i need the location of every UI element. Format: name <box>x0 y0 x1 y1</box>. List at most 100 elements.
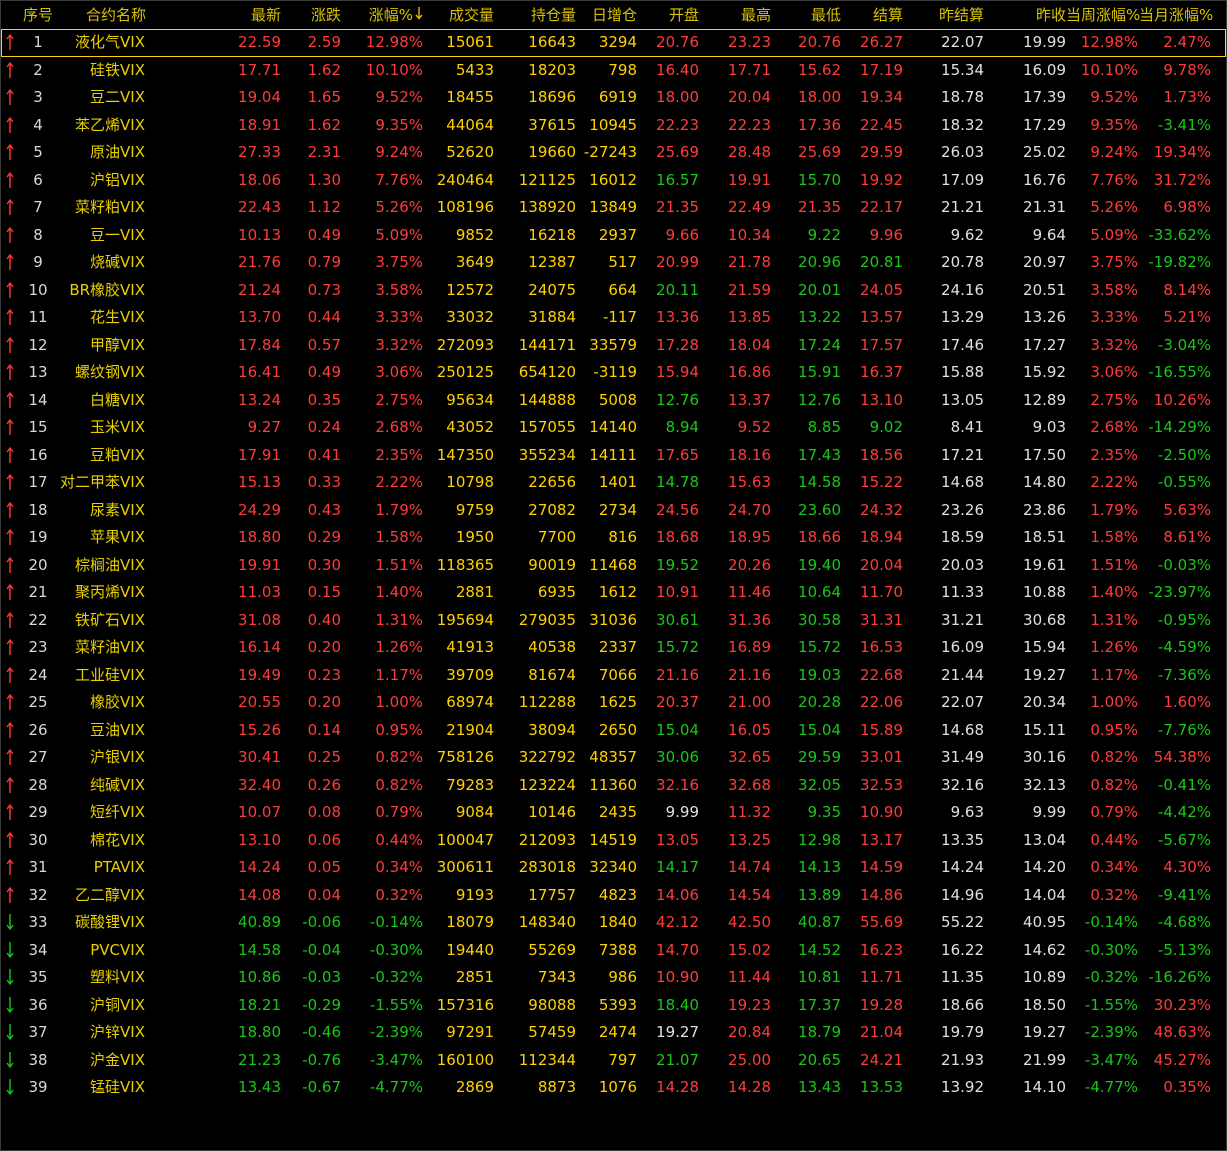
row-contract-name[interactable]: PTAVIX <box>41 854 145 882</box>
header-open[interactable]: 开盘 <box>649 1 699 29</box>
header-low[interactable]: 最低 <box>791 1 841 29</box>
table-row[interactable]: 6 沪铝VIX 18.06 1.30 7.76% 240464 121125 16012 16.… <box>1 167 1226 195</box>
table-row[interactable]: 16 豆粕VIX 17.91 0.41 2.35% 147350 355234 14111 17… <box>1 442 1226 470</box>
table-row[interactable]: 15 玉米VIX 9.27 0.24 2.68% 43052 157055 14140 8.94… <box>1 414 1226 442</box>
row-contract-name[interactable]: 烧碱VIX <box>41 249 145 277</box>
table-row[interactable]: 7 菜籽粕VIX 22.43 1.12 5.26% 108196 138920 13849 21… <box>1 194 1226 222</box>
row-contract-name[interactable]: 棕榈油VIX <box>41 552 145 580</box>
row-oi-change: 5393 <box>598 995 637 1014</box>
row-contract-name[interactable]: 沪铜VIX <box>41 992 145 1020</box>
row-contract-name[interactable]: 沪铝VIX <box>41 167 145 195</box>
table-row[interactable]: 4 苯乙烯VIX 18.91 1.62 9.35% 44064 37615 10945 22.2… <box>1 112 1226 140</box>
row-contract-name[interactable]: PVCVIX <box>41 937 145 965</box>
row-contract-name[interactable]: 苹果VIX <box>41 524 145 552</box>
row-contract-name[interactable]: 菜籽粕VIX <box>41 194 145 222</box>
row-settle: 19.28 <box>860 995 903 1014</box>
header-oi-change[interactable]: 日增仓 <box>581 1 637 29</box>
table-row[interactable]: 1 液化气VIX 22.59 2.59 12.98% 15061 16643 3294 20.7… <box>1 29 1226 57</box>
row-contract-name[interactable]: 铁矿石VIX <box>41 607 145 635</box>
table-row[interactable]: 23 菜籽油VIX 16.14 0.20 1.26% 41913 40538 2337 15.7… <box>1 634 1226 662</box>
row-contract-name[interactable]: 沪锌VIX <box>41 1019 145 1047</box>
row-contract-name[interactable]: 尿素VIX <box>41 497 145 525</box>
row-settle: 19.92 <box>860 170 903 189</box>
table-row[interactable]: 18 尿素VIX 24.29 0.43 1.79% 9759 27082 2734 24.56 2… <box>1 497 1226 525</box>
row-contract-name[interactable]: 豆二VIX <box>41 84 145 112</box>
header-week-pct[interactable]: 当周涨幅% <box>1066 1 1140 29</box>
row-contract-name[interactable]: 乙二醇VIX <box>41 882 145 910</box>
row-last: 15.13 <box>238 473 281 491</box>
row-contract-name[interactable]: 聚丙烯VIX <box>41 579 145 607</box>
row-contract-name[interactable]: 锰硅VIX <box>41 1074 145 1102</box>
row-contract-name[interactable]: 豆一VIX <box>41 222 145 250</box>
table-row[interactable]: 31 PTAVIX 14.24 0.05 0.34% 300611 283018 32340 1… <box>1 854 1226 882</box>
table-row[interactable]: 14 白糖VIX 13.24 0.35 2.75% 95634 144888 5008 12.7… <box>1 387 1226 415</box>
table-row[interactable]: 39 锰硅VIX 13.43 -0.67 -4.77% 2869 8873 1076 14.28… <box>1 1074 1226 1102</box>
table-row[interactable]: 3 豆二VIX 19.04 1.65 9.52% 18455 18696 6919 18.00 2… <box>1 84 1226 112</box>
row-contract-name[interactable]: 沪金VIX <box>41 1047 145 1075</box>
row-contract-name[interactable]: 原油VIX <box>41 139 145 167</box>
table-row[interactable]: 37 沪锌VIX 18.80 -0.46 -2.39% 97291 57459 2474 19.… <box>1 1019 1226 1047</box>
header-high[interactable]: 最高 <box>719 1 771 29</box>
table-row[interactable]: 24 工业硅VIX 19.49 0.23 1.17% 39709 81674 7066 21.1… <box>1 662 1226 690</box>
row-contract-name[interactable]: BR橡胶VIX <box>41 277 145 305</box>
table-row[interactable]: 20 棕榈油VIX 19.91 0.30 1.51% 118365 90019 11468 19… <box>1 552 1226 580</box>
row-contract-name[interactable]: 棉花VIX <box>41 827 145 855</box>
table-row[interactable]: 35 塑料VIX 10.86 -0.03 -0.32% 2851 7343 986 10.90 1… <box>1 964 1226 992</box>
row-contract-name[interactable]: 工业硅VIX <box>41 662 145 690</box>
table-row[interactable]: 33 碳酸锂VIX 40.89 -0.06 -0.14% 18079 148340 1840 4… <box>1 909 1226 937</box>
table-row[interactable]: 19 苹果VIX 18.80 0.29 1.58% 1950 7700 816 18.68 18.… <box>1 524 1226 552</box>
table-row[interactable]: 29 短纤VIX 10.07 0.08 0.79% 9084 10146 2435 9.99 11… <box>1 799 1226 827</box>
header-month-pct[interactable]: 当月涨幅% <box>1139 1 1213 29</box>
row-contract-name[interactable]: 对二甲苯VIX <box>41 469 145 497</box>
table-row[interactable]: 12 甲醇VIX 17.84 0.57 3.32% 272093 144171 33579 17… <box>1 332 1226 360</box>
row-contract-name[interactable]: 甲醇VIX <box>41 332 145 360</box>
row-contract-name[interactable]: 硅铁VIX <box>41 57 145 85</box>
row-contract-name[interactable]: 花生VIX <box>41 304 145 332</box>
header-change[interactable]: 涨跌 <box>291 1 341 29</box>
table-row[interactable]: 17 对二甲苯VIX 15.13 0.33 2.22% 10798 22656 1401 14.… <box>1 469 1226 497</box>
header-seq[interactable]: 序号 <box>19 1 57 29</box>
row-contract-name[interactable]: 纯碱VIX <box>41 772 145 800</box>
header-name[interactable]: 合约名称 <box>71 1 161 29</box>
table-row[interactable]: 30 棉花VIX 13.10 0.06 0.44% 100047 212093 14519 13… <box>1 827 1226 855</box>
header-prev-settle[interactable]: 昨结算 <box>926 1 984 29</box>
row-contract-name[interactable]: 白糖VIX <box>41 387 145 415</box>
row-contract-name[interactable]: 短纤VIX <box>41 799 145 827</box>
row-contract-name[interactable]: 苯乙烯VIX <box>41 112 145 140</box>
row-contract-name[interactable]: 塑料VIX <box>41 964 145 992</box>
table-row[interactable]: 9 烧碱VIX 21.76 0.79 3.75% 3649 12387 517 20.99 21.… <box>1 249 1226 277</box>
table-row[interactable]: 36 沪铜VIX 18.21 -0.29 -1.55% 157316 98088 5393 18… <box>1 992 1226 1020</box>
row-contract-name[interactable]: 螺纹钢VIX <box>41 359 145 387</box>
table-row[interactable]: 27 沪银VIX 30.41 0.25 0.82% 758126 322792 48357 30… <box>1 744 1226 772</box>
row-contract-name[interactable]: 玉米VIX <box>41 414 145 442</box>
row-contract-name[interactable]: 沪银VIX <box>41 744 145 772</box>
table-row[interactable]: 32 乙二醇VIX 14.08 0.04 0.32% 9193 17757 4823 14.06… <box>1 882 1226 910</box>
table-row[interactable]: 25 橡胶VIX 20.55 0.20 1.00% 68974 112288 1625 20.3… <box>1 689 1226 717</box>
table-row[interactable]: 11 花生VIX 13.70 0.44 3.33% 33032 31884 -117 13.36… <box>1 304 1226 332</box>
row-contract-name[interactable]: 液化气VIX <box>41 29 145 57</box>
row-contract-name[interactable]: 豆粕VIX <box>41 442 145 470</box>
row-contract-name[interactable]: 豆油VIX <box>41 717 145 745</box>
table-row[interactable]: 26 豆油VIX 15.26 0.14 0.95% 21904 38094 2650 15.04… <box>1 717 1226 745</box>
row-contract-name[interactable]: 碳酸锂VIX <box>41 909 145 937</box>
header-prev-close[interactable]: 昨收 <box>1011 1 1066 29</box>
header-volume[interactable]: 成交量 <box>429 1 494 29</box>
header-settle[interactable]: 结算 <box>851 1 903 29</box>
header-last[interactable]: 最新 <box>223 1 281 29</box>
table-row[interactable]: 10 BR橡胶VIX 21.24 0.73 3.58% 12572 24075 664 20.1… <box>1 277 1226 305</box>
table-row[interactable]: 22 铁矿石VIX 31.08 0.40 1.31% 195694 279035 31036 3… <box>1 607 1226 635</box>
table-row[interactable]: 21 聚丙烯VIX 11.03 0.15 1.40% 2881 6935 1612 10.91 1… <box>1 579 1226 607</box>
table-row[interactable]: 8 豆一VIX 10.13 0.49 5.09% 9852 16218 2937 9.66 10.… <box>1 222 1226 250</box>
table-row[interactable]: 28 纯碱VIX 32.40 0.26 0.82% 79283 123224 11360 32.… <box>1 772 1226 800</box>
table-row[interactable]: 34 PVCVIX 14.58 -0.04 -0.30% 19440 55269 7388 14… <box>1 937 1226 965</box>
row-volume: 100047 <box>436 830 494 849</box>
table-row[interactable]: 13 螺纹钢VIX 16.41 0.49 3.06% 250125 654120 -3119 1… <box>1 359 1226 387</box>
header-pct[interactable]: 涨幅% <box>353 1 423 29</box>
table-row[interactable]: 2 硅铁VIX 17.71 1.62 10.10% 5433 18203 798 16.40 17… <box>1 57 1226 85</box>
table-row[interactable]: 5 原油VIX 27.33 2.31 9.24% 52620 19660 -27243 25.6… <box>1 139 1226 167</box>
row-contract-name[interactable]: 橡胶VIX <box>41 689 145 717</box>
row-settle: 24.21 <box>860 1050 903 1069</box>
row-contract-name[interactable]: 菜籽油VIX <box>41 634 145 662</box>
table-row[interactable]: 38 沪金VIX 21.23 -0.76 -3.47% 160100 112344 797 21… <box>1 1047 1226 1075</box>
header-open-interest[interactable]: 持仓量 <box>506 1 576 29</box>
